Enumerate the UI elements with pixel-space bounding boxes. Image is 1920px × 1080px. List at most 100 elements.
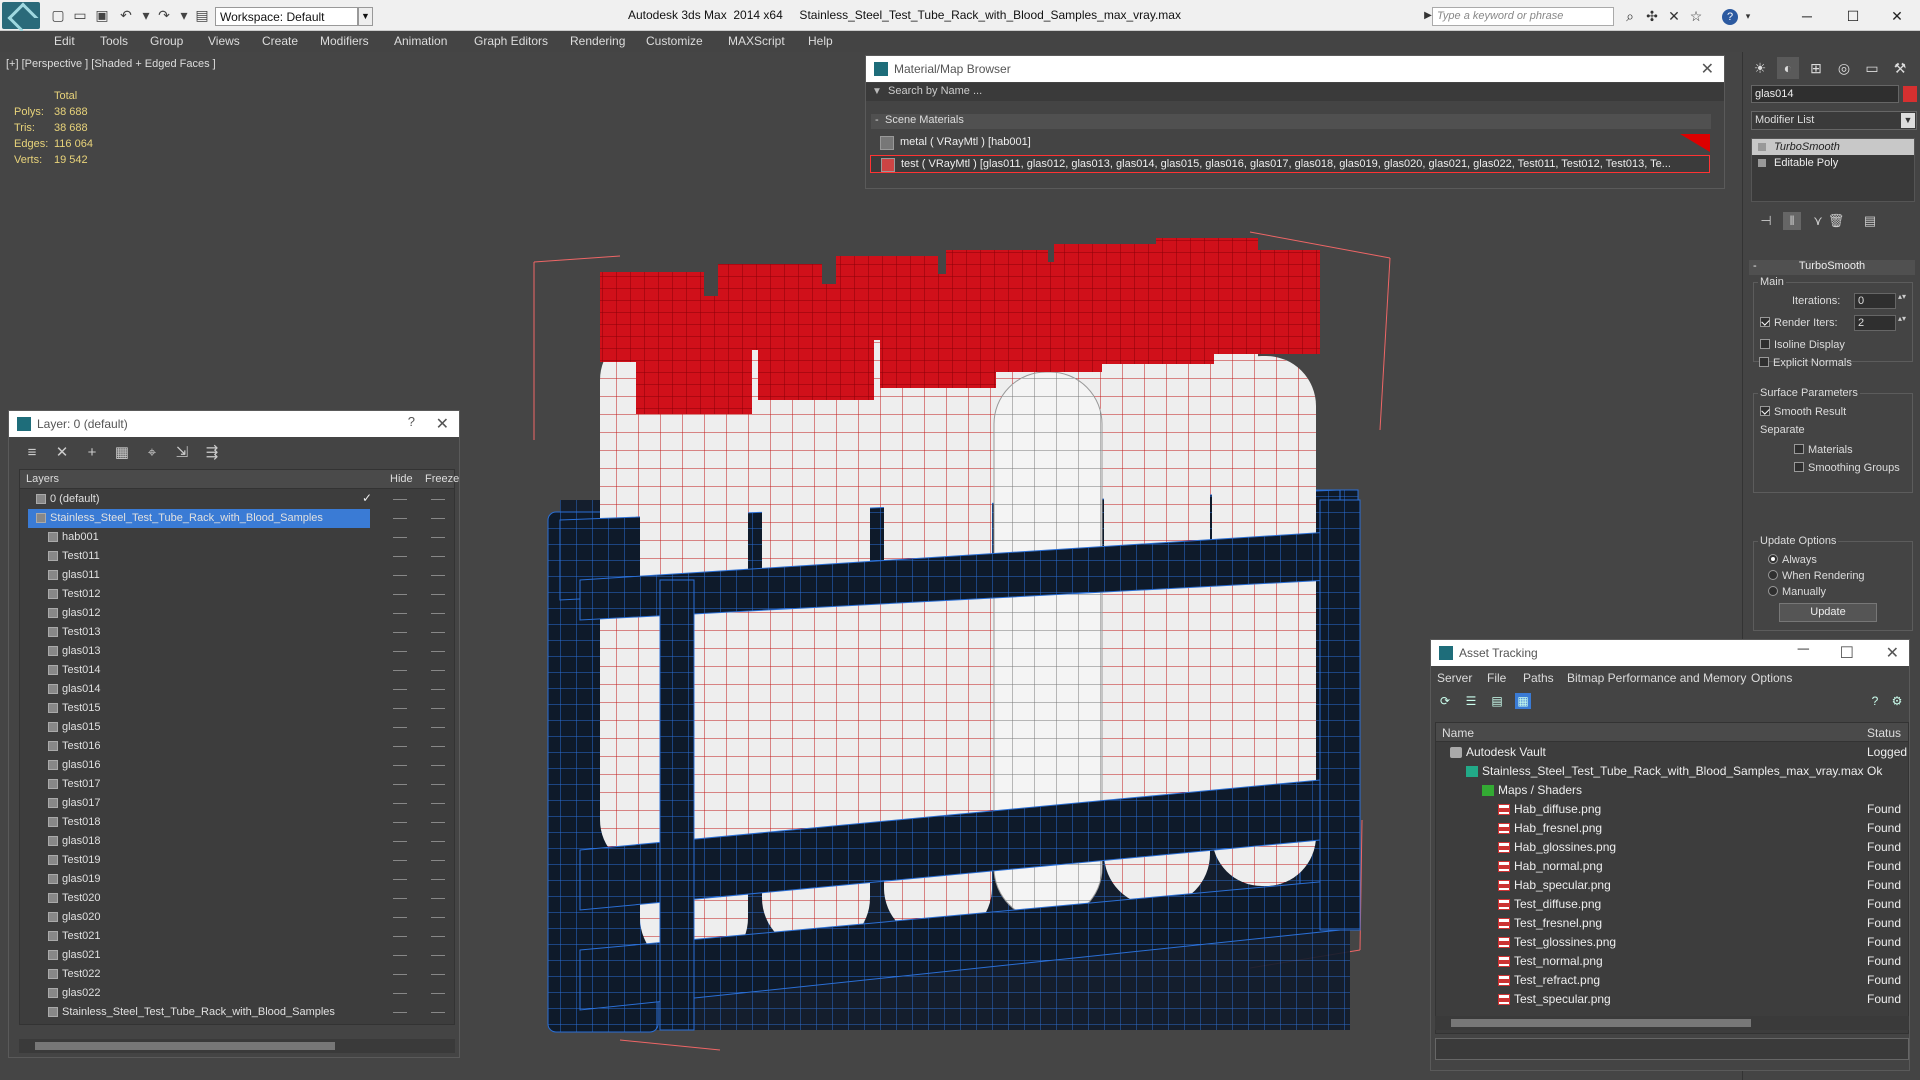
hierarchy-tab-icon[interactable]: ⊞: [1805, 57, 1827, 79]
menu-file[interactable]: File: [1487, 671, 1506, 685]
freeze-toggle[interactable]: [431, 670, 445, 671]
menu-bitmap-performance[interactable]: Bitmap Performance and Memory: [1567, 671, 1746, 685]
asset-status-field[interactable]: [1435, 1038, 1909, 1060]
isoline-checkbox[interactable]: [1760, 339, 1770, 349]
freeze-toggle[interactable]: [431, 879, 445, 880]
freeze-toggle[interactable]: [431, 860, 445, 861]
explicit-normals-checkbox[interactable]: [1759, 357, 1769, 367]
hide-toggle[interactable]: [393, 879, 407, 880]
render-iters-spinner[interactable]: 2: [1854, 314, 1906, 331]
collapse-icon[interactable]: -: [1753, 260, 1757, 272]
hide-toggle[interactable]: [393, 974, 407, 975]
stack-item-editable-poly[interactable]: Editable Poly: [1752, 155, 1914, 171]
hide-toggle[interactable]: [393, 727, 407, 728]
undo-dropdown-icon[interactable]: ▾: [138, 7, 154, 23]
make-unique-icon[interactable]: ⋎: [1809, 212, 1827, 230]
freeze-toggle[interactable]: [431, 822, 445, 823]
material-list-item-selected[interactable]: test ( VRayMtl ) [glas011, glas012, glas…: [870, 155, 1710, 173]
collapse-icon[interactable]: -: [875, 114, 879, 126]
object-color-swatch[interactable]: [1903, 86, 1917, 102]
update-button[interactable]: Update: [1779, 603, 1877, 622]
binoculars-icon[interactable]: ⌕: [1622, 9, 1638, 25]
freeze-toggle[interactable]: [431, 993, 445, 994]
minimize-icon[interactable]: ─: [1784, 4, 1830, 28]
help-dropdown-icon[interactable]: ▾: [1740, 9, 1756, 25]
menu-edit[interactable]: Edit: [54, 34, 75, 48]
refresh-icon[interactable]: ⟳: [1437, 693, 1453, 709]
horizontal-scrollbar[interactable]: [1435, 1016, 1909, 1030]
freeze-toggle[interactable]: [431, 1012, 445, 1013]
hide-toggle[interactable]: [393, 1012, 407, 1013]
hide-toggle[interactable]: [393, 803, 407, 804]
freeze-toggle[interactable]: [431, 917, 445, 918]
asset-row[interactable]: Autodesk Vault Logged: [1436, 743, 1908, 762]
freeze-toggle[interactable]: [431, 632, 445, 633]
freeze-toggle[interactable]: [431, 898, 445, 899]
hide-toggle[interactable]: [393, 955, 407, 956]
pin-stack-icon[interactable]: ⊣: [1757, 212, 1775, 230]
freeze-toggle[interactable]: [431, 974, 445, 975]
close-icon[interactable]: ✕: [1701, 59, 1714, 79]
menu-tools[interactable]: Tools: [100, 34, 128, 48]
turbosmooth-rollout-header[interactable]: - TurboSmooth: [1749, 260, 1915, 275]
modify-tab-icon[interactable]: ◐: [1777, 57, 1799, 79]
close-icon[interactable]: ✕: [1886, 643, 1899, 663]
menu-server[interactable]: Server: [1437, 671, 1472, 685]
menu-create[interactable]: Create: [262, 34, 298, 48]
layer-manager-icon[interactable]: ≡: [23, 444, 41, 462]
layer-object-row[interactable]: Test019: [20, 851, 454, 870]
maximize-icon[interactable]: ☐: [1840, 643, 1854, 663]
asset-row[interactable]: Hab_fresnel.png Found: [1436, 819, 1908, 838]
asset-row[interactable]: Stainless_Steel_Test_Tube_Rack_with_Bloo…: [1436, 762, 1908, 781]
freeze-toggle[interactable]: [431, 537, 445, 538]
freeze-toggle[interactable]: [431, 518, 445, 519]
hide-toggle[interactable]: [393, 822, 407, 823]
hide-all-icon[interactable]: ⇶: [203, 444, 221, 462]
asset-row[interactable]: Test_fresnel.png Found: [1436, 914, 1908, 933]
subscription-icon[interactable]: ✣: [1644, 9, 1660, 25]
hide-toggle[interactable]: [393, 936, 407, 937]
layer-object-row[interactable]: glas011: [20, 566, 454, 585]
asset-row[interactable]: Hab_specular.png Found: [1436, 876, 1908, 895]
smooth-result-row[interactable]: Smooth Result: [1760, 406, 1846, 418]
close-icon[interactable]: ✕: [1874, 4, 1920, 28]
current-layer-check-icon[interactable]: ✓: [362, 491, 372, 505]
asset-row[interactable]: Test_diffuse.png Found: [1436, 895, 1908, 914]
freeze-toggle[interactable]: [431, 689, 445, 690]
smooth-result-checkbox[interactable]: [1760, 406, 1770, 416]
isoline-display-row[interactable]: Isoline Display: [1760, 339, 1845, 351]
hide-toggle[interactable]: [393, 499, 407, 500]
layer-object-row[interactable]: glas018: [20, 832, 454, 851]
freeze-toggle[interactable]: [431, 613, 445, 614]
configure-sets-icon[interactable]: ▤: [1861, 212, 1879, 230]
render-iters-row[interactable]: Render Iters:: [1760, 317, 1838, 329]
minimize-icon[interactable]: ─: [1798, 641, 1809, 659]
add-to-layer-icon[interactable]: ▦: [113, 444, 131, 462]
motion-tab-icon[interactable]: ◎: [1833, 57, 1855, 79]
hide-toggle[interactable]: [393, 575, 407, 576]
open-file-icon[interactable]: ▭: [72, 7, 88, 23]
menu-maxscript[interactable]: MAXScript: [728, 34, 785, 48]
explicit-normals-row[interactable]: Explicit Normals: [1759, 357, 1852, 369]
freeze-toggle[interactable]: [431, 727, 445, 728]
menu-group[interactable]: Group: [150, 34, 183, 48]
hide-toggle[interactable]: [393, 860, 407, 861]
iterations-spinner[interactable]: 0: [1854, 292, 1906, 309]
layer-object-row[interactable]: Test015: [20, 699, 454, 718]
viewport-label[interactable]: [+] [Perspective ] [Shaded + Edged Faces…: [6, 58, 216, 70]
object-name-field[interactable]: glas014: [1751, 85, 1899, 103]
col-layers[interactable]: Layers: [26, 473, 59, 485]
asset-row[interactable]: Test_refract.png Found: [1436, 971, 1908, 990]
layer-object-row[interactable]: Test014: [20, 661, 454, 680]
material-browser-titlebar[interactable]: Material/Map Browser ✕: [866, 56, 1724, 82]
app-logo-icon[interactable]: [2, 2, 40, 29]
context-help-icon[interactable]: ⚙: [1889, 693, 1905, 709]
layer-object-row[interactable]: Test017: [20, 775, 454, 794]
freeze-toggle[interactable]: [431, 651, 445, 652]
freeze-toggle[interactable]: [431, 955, 445, 956]
chevron-down-icon[interactable]: ▼: [358, 7, 373, 26]
undo-icon[interactable]: ↶: [118, 7, 134, 23]
layer-object-row[interactable]: Test021: [20, 927, 454, 946]
manually-radio-row[interactable]: Manually: [1768, 586, 1826, 598]
scrollbar-thumb[interactable]: [35, 1042, 335, 1050]
